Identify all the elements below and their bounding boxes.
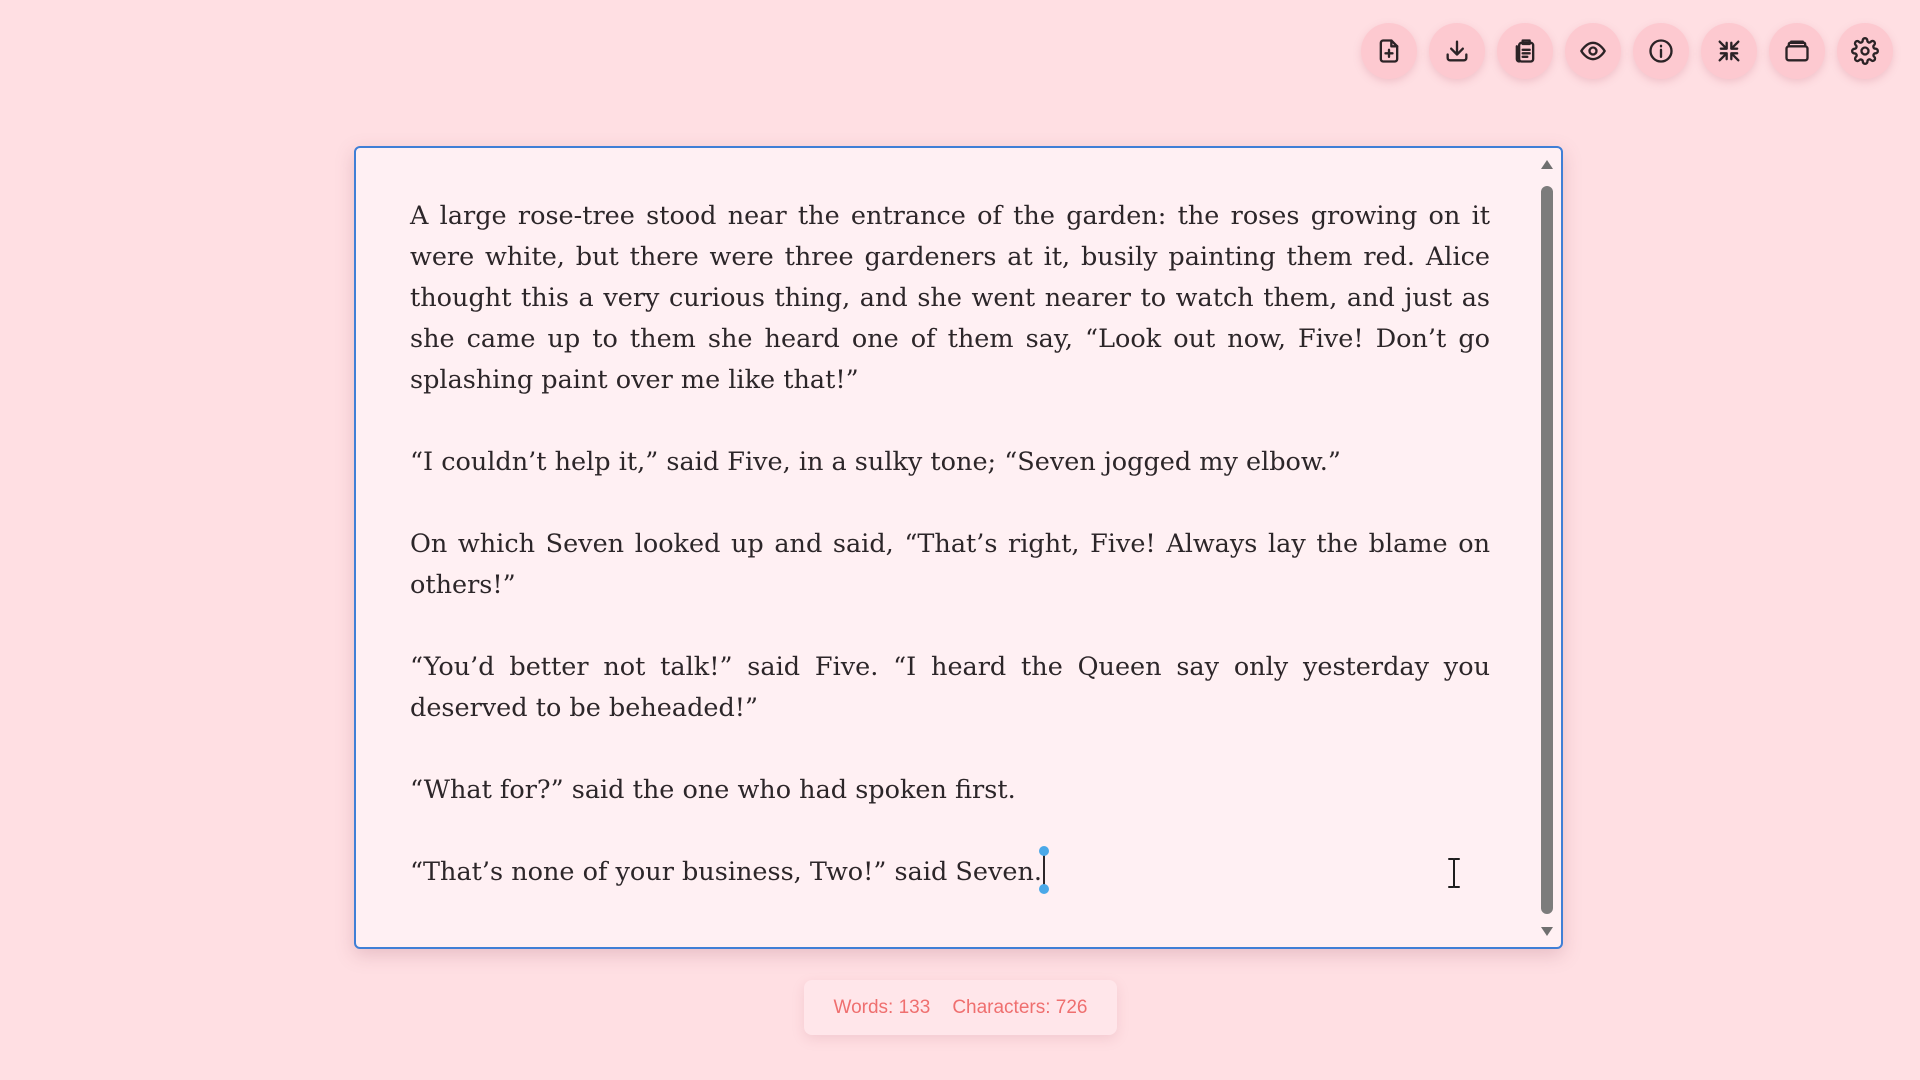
paragraph[interactable]: A large rose-tree stood near the entranc… [410, 196, 1490, 401]
ibeam-cursor-icon [1446, 857, 1462, 889]
paragraph[interactable]: “I couldn’t help it,” said Five, in a su… [410, 442, 1490, 483]
character-count: Characters: 726 [952, 996, 1088, 1018]
word-count: Words: 133 [833, 996, 931, 1018]
copy-button[interactable] [1497, 23, 1553, 79]
scroll-down-arrow-icon[interactable] [1541, 927, 1553, 936]
new-document-button[interactable] [1361, 23, 1417, 79]
toolbar [1361, 23, 1893, 79]
eye-icon [1580, 41, 1606, 61]
document-stats: Words: 133 Characters: 726 [804, 980, 1117, 1035]
text-editor[interactable]: A large rose-tree stood near the entranc… [354, 146, 1563, 949]
archive-icon [1785, 40, 1809, 62]
download-icon [1446, 40, 1468, 62]
caret-handle-top[interactable] [1039, 846, 1049, 856]
info-icon [1649, 39, 1673, 63]
editor-content[interactable]: A large rose-tree stood near the entranc… [410, 196, 1490, 894]
scroll-thumb[interactable] [1541, 186, 1553, 914]
info-button[interactable] [1633, 23, 1689, 79]
paragraph[interactable]: “What for?” said the one who had spoken … [410, 770, 1490, 811]
text-caret[interactable] [1039, 846, 1049, 894]
vertical-scrollbar[interactable] [1539, 156, 1555, 940]
collapse-button[interactable] [1701, 23, 1757, 79]
paragraph[interactable]: “You’d better not talk!” said Five. “I h… [410, 647, 1490, 729]
minimize-icon [1718, 40, 1740, 62]
file-plus-icon [1379, 39, 1399, 63]
paragraph-last[interactable]: “That’s none of your business, Two!” sai… [410, 846, 1490, 894]
caret-handle-bottom[interactable] [1039, 884, 1049, 894]
download-button[interactable] [1429, 23, 1485, 79]
archive-button[interactable] [1769, 23, 1825, 79]
clipboard-icon [1515, 39, 1535, 63]
paragraph[interactable]: On which Seven looked up and said, “That… [410, 524, 1490, 606]
paragraph-text[interactable]: “That’s none of your business, Two!” sai… [410, 857, 1042, 887]
scroll-up-arrow-icon[interactable] [1541, 160, 1553, 169]
gear-icon [1851, 37, 1879, 65]
preview-button[interactable] [1565, 23, 1621, 79]
settings-button[interactable] [1837, 23, 1893, 79]
